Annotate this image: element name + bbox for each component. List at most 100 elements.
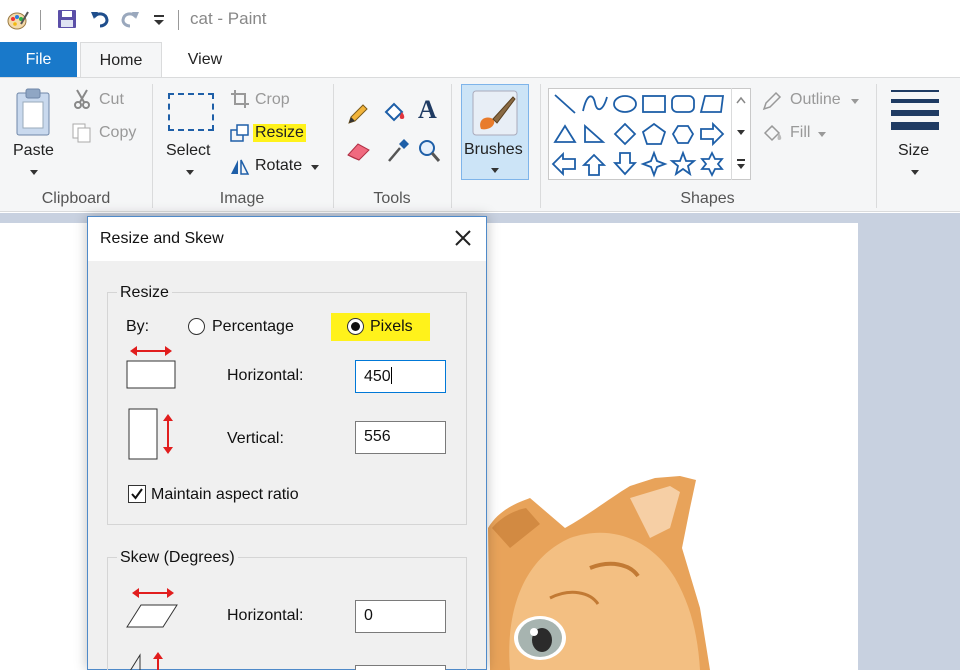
outline-dropdown-arrow[interactable] [851, 99, 859, 104]
percentage-radio[interactable] [188, 318, 205, 335]
five-point-star-shape-icon[interactable] [669, 150, 697, 177]
title-separator [178, 10, 179, 30]
left-arrow-shape-icon[interactable] [551, 151, 576, 177]
six-point-star-shape-icon[interactable] [700, 150, 724, 178]
skew-vertical-input[interactable] [355, 665, 446, 670]
resize-skew-dialog: Resize and Skew Resize By: Percentage Pi… [87, 216, 487, 670]
cat-image [488, 476, 710, 670]
copy-button[interactable]: Copy [99, 124, 136, 142]
brushes-dropdown-arrow[interactable] [491, 168, 499, 173]
tab-file[interactable]: File [0, 42, 77, 78]
redo-icon[interactable] [119, 8, 141, 30]
horizontal-skew-icon [126, 588, 178, 628]
resize-vertical-input[interactable]: 556 [355, 421, 446, 454]
up-arrow-shape-icon[interactable] [581, 153, 607, 176]
curve-shape-icon[interactable] [582, 95, 608, 112]
crop-button[interactable]: Crop [255, 91, 290, 109]
skew-horizontal-input[interactable]: 0 [355, 600, 446, 633]
hexagon-shape-icon[interactable] [671, 125, 695, 144]
resize-legend: Resize [117, 284, 172, 302]
pencil-icon[interactable] [346, 102, 370, 126]
rotate-icon[interactable] [229, 156, 251, 176]
shapes-scrollbar [731, 88, 751, 180]
resize-button[interactable]: Resize [253, 124, 306, 142]
expand-gallery-icon[interactable] [736, 158, 746, 170]
paste-icon[interactable] [14, 88, 54, 138]
cut-button[interactable]: Cut [99, 91, 124, 109]
fill-dropdown-arrow[interactable] [818, 132, 826, 137]
scroll-up-icon[interactable] [736, 96, 746, 104]
color-picker-icon[interactable] [386, 138, 410, 164]
oval-shape-icon[interactable] [613, 95, 637, 113]
tools-group-label: Tools [373, 190, 411, 207]
right-triangle-shape-icon[interactable] [584, 123, 606, 143]
skew-horizontal-label: Horizontal: [227, 607, 304, 624]
ribbon-tabs: File Home View [0, 42, 960, 79]
polygon-shape-icon[interactable] [699, 95, 725, 113]
rectangle-shape-icon[interactable] [642, 95, 666, 113]
pixels-radio[interactable] [347, 318, 364, 335]
size-button[interactable]: Size [898, 142, 929, 160]
resize-icon[interactable] [230, 123, 250, 143]
diamond-shape-icon[interactable] [613, 122, 637, 146]
close-icon[interactable] [452, 227, 474, 249]
fill-button[interactable]: Fill [790, 124, 810, 142]
rotate-dropdown-arrow[interactable] [311, 165, 319, 170]
select-icon[interactable] [168, 93, 214, 131]
tab-home[interactable]: Home [80, 42, 162, 79]
pixels-label[interactable]: Pixels [370, 318, 413, 336]
magnifier-icon[interactable] [418, 138, 442, 164]
triangle-shape-icon[interactable] [553, 124, 577, 143]
crop-icon[interactable] [230, 89, 250, 109]
tab-view[interactable]: View [165, 42, 245, 78]
title-separator [40, 10, 41, 30]
by-label: By: [126, 318, 150, 335]
resize-horizontal-label: Horizontal: [227, 367, 304, 384]
select-dropdown-arrow[interactable] [186, 170, 194, 175]
checkmark-icon [131, 488, 143, 500]
dialog-title: Resize and Skew [100, 230, 224, 247]
percentage-label[interactable]: Percentage [212, 318, 294, 336]
dialog-title-bar: Resize and Skew [88, 217, 486, 261]
maintain-aspect-ratio-checkbox[interactable] [128, 485, 146, 503]
scroll-down-icon[interactable] [736, 128, 746, 136]
skew-legend: Skew (Degrees) [117, 549, 238, 567]
outline-icon[interactable] [761, 90, 783, 112]
clipboard-group-label: Clipboard [41, 190, 111, 207]
eraser-icon[interactable] [346, 140, 372, 162]
line-shape-icon[interactable] [554, 94, 576, 114]
maintain-aspect-ratio-label[interactable]: Maintain aspect ratio [151, 486, 299, 504]
brushes-label: Brushes [464, 141, 523, 158]
text-tool-icon[interactable]: A [418, 95, 437, 125]
down-arrow-shape-icon[interactable] [612, 152, 638, 176]
window-title: cat - Paint [190, 9, 267, 28]
paste-button[interactable]: Paste [13, 142, 54, 160]
size-dropdown-arrow[interactable] [911, 170, 919, 175]
paste-dropdown-arrow[interactable] [30, 170, 38, 175]
group-separator [451, 84, 452, 208]
outline-button[interactable]: Outline [790, 91, 841, 109]
vertical-resize-icon [128, 408, 173, 460]
resize-horizontal-input[interactable]: 450 [355, 360, 446, 393]
select-button[interactable]: Select [166, 142, 210, 160]
brushes-button[interactable]: Brushes [461, 84, 529, 180]
paint-app-icon[interactable] [6, 8, 30, 32]
shapes-group-label: Shapes [680, 190, 735, 207]
rotate-button[interactable]: Rotate [255, 157, 302, 175]
group-separator [876, 84, 877, 208]
save-icon[interactable] [56, 8, 78, 30]
fill-icon[interactable] [761, 122, 785, 144]
horizontal-resize-icon [126, 346, 176, 389]
undo-icon[interactable] [89, 8, 111, 30]
size-icon[interactable] [891, 88, 939, 130]
image-group-label: Image [219, 190, 265, 207]
customize-quick-access-icon[interactable] [152, 12, 166, 28]
rounded-rectangle-shape-icon[interactable] [671, 95, 695, 113]
four-point-star-shape-icon[interactable] [640, 150, 668, 178]
pentagon-shape-icon[interactable] [641, 122, 667, 145]
ribbon: Paste Cut Copy Clipboard Select Crop Res… [0, 77, 960, 212]
right-arrow-shape-icon[interactable] [700, 121, 725, 147]
fill-bucket-icon[interactable] [381, 100, 407, 126]
copy-icon[interactable] [71, 122, 93, 144]
cut-icon[interactable] [72, 88, 92, 110]
